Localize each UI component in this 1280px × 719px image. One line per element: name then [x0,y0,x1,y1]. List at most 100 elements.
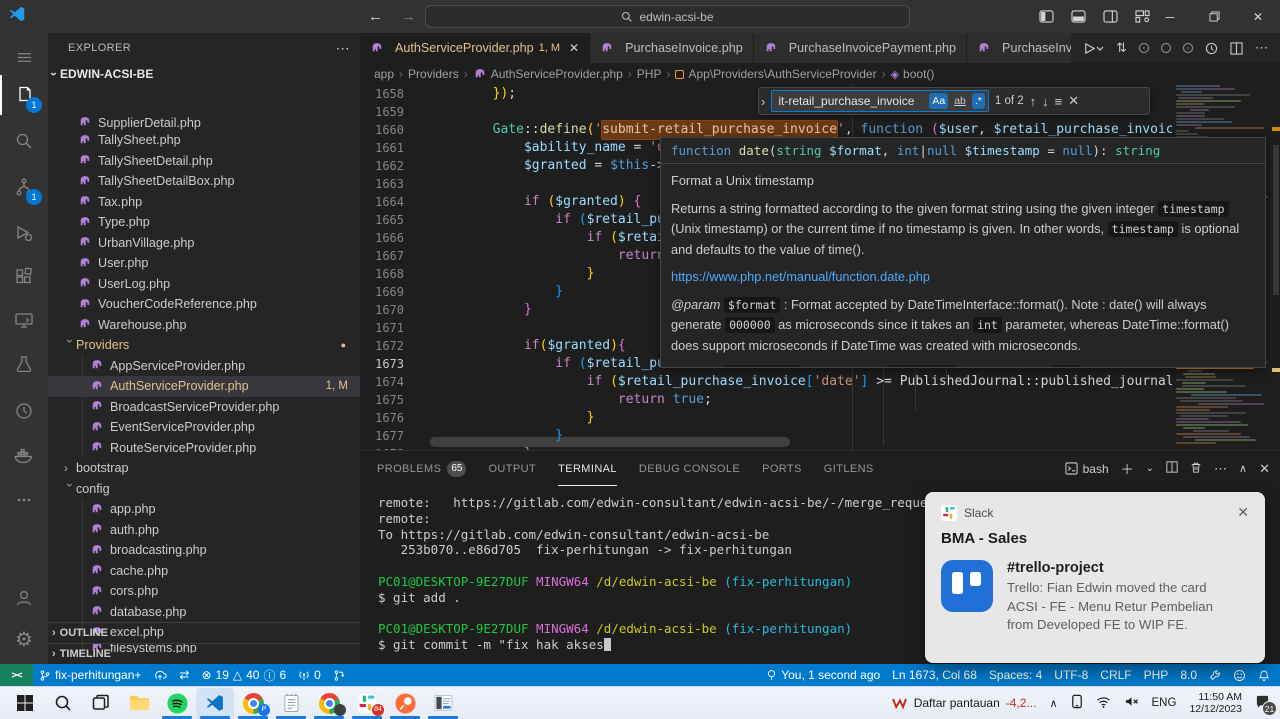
split-editor-icon[interactable] [1230,42,1243,55]
indentation[interactable]: Spaces: 4 [983,664,1048,686]
match-case-toggle[interactable]: Aa [929,93,948,109]
remote-indicator[interactable]: >< [0,664,33,686]
close-find-icon[interactable]: ✕ [1068,93,1079,109]
panel-tab-problems[interactable]: PROBLEMS65 [377,451,466,486]
slack-notification[interactable]: Slack ✕ BMA - Sales #trello-project Trel… [925,492,1265,663]
tree-item[interactable]: VoucherCodeReference.php [48,294,360,315]
editor-tab[interactable]: PurchaseInvoicePayment.php [754,33,967,63]
timeline-section[interactable]: › TIMELINE [48,643,360,664]
find-input[interactable] [778,94,926,108]
encoding[interactable]: UTF-8 [1048,664,1094,686]
split-terminal-icon[interactable] [1166,461,1178,476]
clock-icon[interactable] [0,391,48,431]
compare-changes-icon[interactable]: ⇅ [1116,40,1127,56]
toggle-panel-icon[interactable] [1071,10,1086,23]
tree-item[interactable]: Tax.php [48,192,360,213]
forward-arrow-icon[interactable]: → [401,8,416,25]
tree-item[interactable]: AppServiceProvider.php [48,356,360,377]
code-line[interactable]: 1675return true; [360,391,1280,409]
wifi-icon[interactable] [1096,696,1111,711]
file-history-icon[interactable] [1205,42,1218,55]
find-prev-icon[interactable]: ↑ [1030,94,1037,109]
panel-tab-gitlens[interactable]: GITLENS [824,451,874,486]
sidebar-more-icon[interactable]: ⋯ [336,40,350,57]
php-version[interactable]: 8.0 [1174,664,1203,686]
language-indicator[interactable]: ENG [1152,697,1177,709]
close-tab-icon[interactable]: ✕ [569,41,579,55]
panel-tab-terminal[interactable]: TERMINAL [558,451,617,486]
branch-indicator[interactable]: fix-perhitungan+ [33,664,147,686]
tree-item[interactable]: TallySheetDetail.php [48,151,360,172]
extensions-icon[interactable] [0,257,48,297]
volume-muted-icon[interactable] [1124,695,1139,711]
postman-icon[interactable] [386,688,424,719]
tree-item[interactable]: database.php [48,602,360,623]
tree-item[interactable]: SupplierDetail.php [48,117,360,130]
file-explorer-icon[interactable] [120,688,158,719]
task-view-icon[interactable] [82,688,120,719]
media-app-icon[interactable] [424,688,462,719]
prev-change-icon[interactable]: ‹ [1139,43,1149,53]
phone-link-icon[interactable] [1071,694,1083,712]
remote-explorer-icon[interactable] [0,301,48,341]
code-line[interactable]: 1676} [360,409,1280,427]
language-mode[interactable]: PHP [1138,664,1175,686]
panel-tab-debug-console[interactable]: DEBUG CONSOLE [639,451,740,486]
tree-folder[interactable]: ›bootstrap [48,458,360,479]
eol-sequence[interactable]: CRLF [1094,664,1137,686]
tree-item[interactable]: TallySheetDetailBox.php [48,171,360,192]
editor-tab[interactable]: AuthServiceProvider.php1, M✕ [360,33,590,63]
back-arrow-icon[interactable]: ← [368,8,383,25]
tree-item[interactable]: UserLog.php [48,274,360,295]
news-interests-widget[interactable]: Daftar pantauan -4,2... [892,696,1037,710]
blame-indicator[interactable]: You, 1 second ago [760,664,886,686]
show-hidden-icons-chevron[interactable]: ∧ [1049,697,1057,710]
overview-ruler[interactable] [1272,85,1280,450]
tree-item[interactable]: BroadcastServiceProvider.php [48,397,360,418]
run-code-button[interactable] [1083,42,1104,55]
more-actions-icon[interactable]: ⋯ [1255,40,1268,56]
restore-button[interactable] [1192,0,1236,33]
tree-item[interactable]: User.php [48,253,360,274]
toggle-replace-icon[interactable]: › [761,94,765,109]
maximize-panel-icon[interactable]: ∧ [1239,462,1247,475]
settings-gear-icon[interactable]: ⚙ [0,619,48,659]
tree-item[interactable]: cors.php [48,581,360,602]
gitlens-compare-icon[interactable]: ⇄ [173,664,195,686]
regex-toggle[interactable]: .* [972,93,985,109]
whole-word-toggle[interactable]: ab [951,93,969,109]
find-in-selection-icon[interactable]: ≡ [1055,94,1063,109]
taskbar-clock[interactable]: 11:50 AM 12/12/2023 [1189,691,1242,716]
more-views-icon[interactable] [0,480,48,520]
notification-center-icon[interactable]: 21 [1255,694,1270,712]
horizontal-scrollbar[interactable] [430,437,790,447]
taskbar-search-icon[interactable] [44,688,82,719]
toggle-sidebar-icon[interactable] [1039,10,1054,23]
cursor-position[interactable]: Ln 1673, Col 68 [886,664,983,686]
source-control-icon[interactable]: 1 [0,167,48,207]
chrome-profile1-icon[interactable]: P [234,688,272,719]
tree-item[interactable]: auth.php [48,520,360,541]
wrench-icon[interactable] [1203,664,1227,686]
vscode-taskbar-icon[interactable] [196,688,234,719]
run-debug-icon[interactable] [0,213,48,253]
tree-item[interactable]: Warehouse.php [48,315,360,336]
explorer-icon[interactable]: 1 [0,75,48,115]
php-manual-link[interactable]: https://www.php.net/manual/function.date… [671,269,930,284]
problems-indicator[interactable]: ⊗19 △40 ⓘ6 [195,664,292,686]
tree-root[interactable]: › EDWIN-ACSI-BE [48,63,360,84]
spotify-icon[interactable] [158,688,196,719]
close-panel-icon[interactable]: ✕ [1259,461,1270,477]
tree-item[interactable]: app.php [48,499,360,520]
minimize-button[interactable]: ─ [1148,0,1192,33]
new-terminal-icon[interactable]: ＋ [1121,459,1134,478]
tree-item[interactable]: EventServiceProvider.php [48,417,360,438]
tree-item[interactable]: broadcasting.php [48,540,360,561]
breadcrumb-item[interactable]: PHP [637,67,662,81]
toggle-secondary-sidebar-icon[interactable] [1103,10,1118,23]
close-toast-icon[interactable]: ✕ [1237,504,1249,521]
git-actions-icon[interactable] [327,664,351,686]
testing-icon[interactable] [0,345,48,385]
start-button[interactable] [6,688,44,719]
outline-section[interactable]: › OUTLINE [48,622,360,643]
